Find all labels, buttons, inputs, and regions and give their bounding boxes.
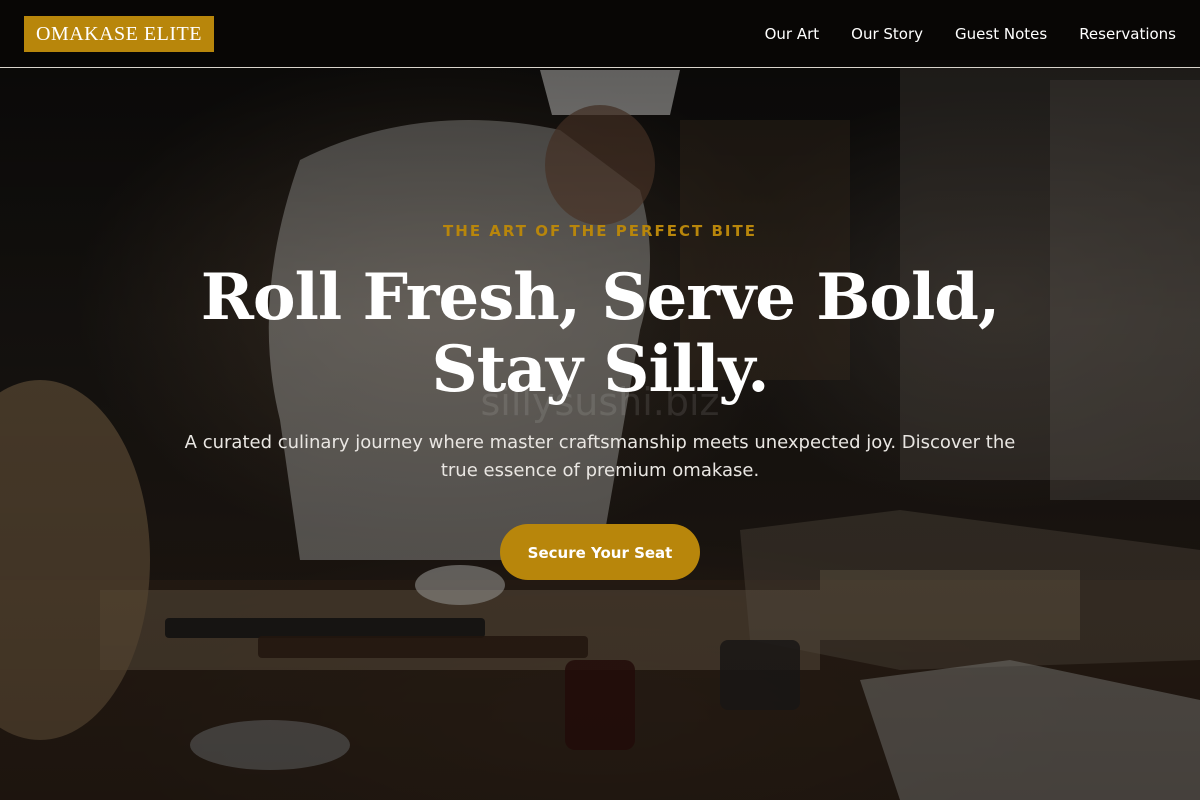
hero-section: THE ART OF THE PERFECT BITE sillysushi.b… <box>0 0 1200 800</box>
hero-eyebrow: THE ART OF THE PERFECT BITE <box>443 222 757 240</box>
hero-headline-line2: Stay Silly. <box>431 332 770 407</box>
hero-headline-line1: Roll Fresh, Serve Bold, <box>200 260 1001 335</box>
hero-subtext: A curated culinary journey where master … <box>184 432 1016 481</box>
hero-headline: Roll Fresh, Serve Bold, Stay Silly. <box>100 262 1100 406</box>
secure-seat-button[interactable]: Secure Your Seat <box>500 524 700 580</box>
